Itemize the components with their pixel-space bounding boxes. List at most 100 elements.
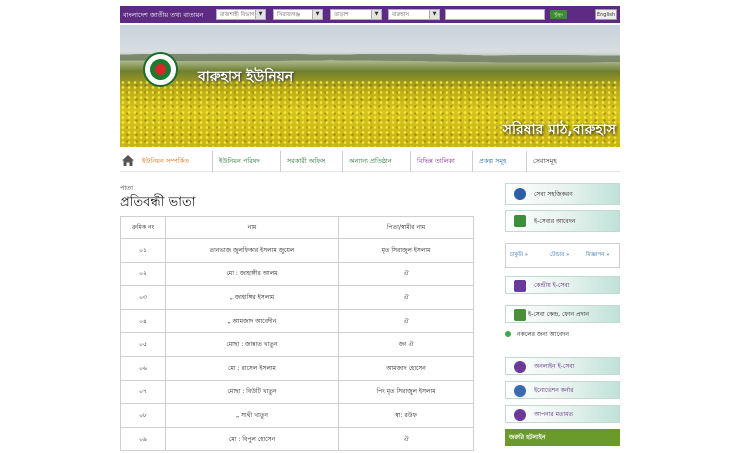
cell-name: „ জাহাঙ্গির ইসলাম [165, 285, 339, 310]
top-portal-bar: বাংলাদেশ জাতীয় তথ্য বাতায়ন রাজশাহী বিভ… [120, 6, 620, 23]
union-select[interactable]: বারুহাস ▼ [388, 9, 440, 20]
cell-serial: ০৭ [120, 379, 166, 405]
site-title[interactable]: বারুহাস ইউনিয়ন [198, 65, 293, 89]
main-navigation: ইউনিয়ন সম্পর্কিত ইউনিয়ন পরিষদ সরকারী অ… [120, 150, 620, 172]
tab-ads[interactable]: বিজ্ঞাপন » [586, 244, 610, 267]
table-row: ০৬ মো : রাসেল ইসলাম আমজাদ হোসেন [120, 355, 474, 381]
speech-bubble-icon [514, 409, 526, 421]
union-select-value: বারুহাস [392, 12, 409, 18]
column-header-name: নাম [165, 216, 339, 239]
table-row: ০৩ „ জাহাঙ্গির ইসলাম ঐ [120, 285, 474, 310]
cell-serial: ০৮ [120, 403, 166, 428]
cell-guardian: জং ঐ [338, 332, 474, 357]
seal-sun [155, 64, 166, 75]
cell-name: তানভাজ জুলফিকার ইসলাম জুয়েল [165, 238, 339, 263]
cell-guardian: স্বা: রউফ [338, 403, 474, 428]
home-icon[interactable] [121, 154, 135, 167]
tab-jobs-label: চাকুরি [510, 252, 524, 258]
allowance-table: ক্রমিক নং নাম পিতা/স্বামীর নাম ০১ তানভাজ … [120, 216, 474, 452]
cell-guardian: ঐ [338, 308, 474, 334]
cell-serial: ০৩ [120, 285, 166, 310]
cell-name: „ আমজাদ আবেদীন [165, 308, 339, 334]
table-row: ০৭ মোছা : বিউটি খাতুন পিং মৃত সিরাজুল ইসলা… [120, 379, 474, 405]
building-icon [514, 309, 526, 321]
cell-serial: ০১ [120, 238, 166, 263]
nav-item-other-institutions[interactable]: অন্যান্য প্রতিষ্ঠান [342, 151, 392, 172]
header-banner: বারুহাস ইউনিয়ন সরিষার মাঠ,বারুহাস [120, 25, 620, 147]
cell-name: মোছা : বিউটি খাতুন [165, 379, 339, 405]
table-row: ০২ মো : জাহাঙ্গীর আলম ঐ [120, 261, 474, 287]
cell-serial: ০৫ [120, 332, 166, 357]
table-row: ০৪ „ আমজাদ আবেদীন ঐ [120, 308, 474, 334]
upazila-select-value: তাড়াশ [334, 12, 349, 18]
district-select-value: সিরাজগঞ্জ [277, 12, 301, 18]
notice-tabs: চাকুরি » টেন্ডার » বিজ্ঞাপন » [505, 243, 620, 268]
check-icon [505, 331, 511, 337]
nav-item-govt-offices[interactable]: সরকারী অফিস [280, 151, 325, 172]
banner-caption: সরিষার মাঠ,বারুহাস [502, 122, 616, 138]
cell-guardian: আমজাদ হোসেন [338, 355, 474, 381]
division-select-value: রাজশাহী বিভাগ [220, 12, 255, 18]
nav-item-services[interactable]: সেবাসমূহ [526, 151, 557, 172]
search-button[interactable]: খুঁজুন [550, 10, 567, 19]
tab-ads-label: বিজ্ঞাপন [586, 252, 605, 258]
central-eservice-label: কেন্দ্রীয় ই-সেবা [534, 282, 570, 289]
your-opinion-label: আপনার মতামত [534, 411, 574, 418]
chevron-down-icon: ▼ [312, 10, 322, 19]
emergency-hotline-label: জরুরি হটলাইন [509, 434, 546, 441]
government-seal-logo[interactable] [143, 52, 178, 87]
nokol-apply-label: নকলের জন্য আবেদন [517, 331, 569, 338]
cell-guardian: পিং মৃত সিরাজুল ইসলাম [338, 379, 474, 405]
nav-item-various-lists[interactable]: বিভিন্ন তালিকা [410, 151, 455, 172]
cell-serial: ০২ [120, 261, 166, 287]
tab-tender-label: টেন্ডার [550, 252, 565, 258]
cell-name: „ সাথী খাতুন [165, 403, 339, 428]
online-eservice-box[interactable]: অনলাইন ই-সেবা [505, 357, 620, 375]
central-eservice-box[interactable]: কেন্দ্রীয় ই-সেবা [505, 276, 620, 294]
district-select[interactable]: সিরাজগঞ্জ ▼ [273, 9, 323, 20]
eservice-center-label: ই-সেবা কেন্দ্র, ফোন প্রদান [528, 311, 589, 318]
table-row: ০৫ মোছা : জান্নাত খাতুন জং ঐ [120, 332, 474, 357]
nokol-apply-link[interactable]: নকলের জন্য আবেদন [505, 329, 569, 340]
cell-guardian: ঐ [338, 261, 474, 287]
cell-name: মোছা : জান্নাত খাতুন [165, 332, 339, 357]
online-eservice-label: অনলাইন ই-সেবা [534, 363, 575, 370]
cell-name: মো : বিপুল হোসেন [165, 426, 339, 452]
chevron-down-icon: ▼ [429, 10, 439, 19]
eservice-apply-label: ই-সেবার আবেদন [534, 218, 576, 225]
nav-item-union-parishad[interactable]: ইউনিয়ন পরিষদ [212, 151, 260, 172]
innovation-corner-box[interactable]: ইনোভেশন কর্নার [505, 381, 620, 399]
chevron-down-icon: ▼ [255, 10, 265, 19]
cell-guardian: ঐ [338, 285, 474, 310]
table-row: ০৯ মো : বিপুল হোসেন ঐ [120, 426, 474, 452]
service-simplification-box[interactable]: সেবা সহজিকরণ [505, 183, 620, 205]
computer-icon [514, 215, 526, 227]
eservice-center-box[interactable]: ই-সেবা কেন্দ্র, ফোন প্রদান [505, 305, 620, 323]
portal-brand-link[interactable]: বাংলাদেশ জাতীয় তথ্য বাতায়ন [123, 10, 203, 21]
your-opinion-box[interactable]: আপনার মতামত [505, 405, 620, 423]
column-header-guardian: পিতা/স্বামীর নাম [338, 216, 474, 239]
language-button[interactable]: English [595, 9, 617, 20]
eservice-icon [514, 361, 526, 373]
tab-tender[interactable]: টেন্ডার » [550, 244, 569, 267]
cell-name: মো : রাসেল ইসলাম [165, 355, 339, 381]
hand-icon [514, 280, 526, 292]
tab-jobs[interactable]: চাকুরি » [510, 244, 528, 267]
innovation-corner-label: ইনোভেশন কর্নার [534, 387, 574, 394]
emergency-hotline-header: জরুরি হটলাইন [505, 429, 620, 446]
upazila-select[interactable]: তাড়াশ ▼ [330, 9, 382, 20]
lightbulb-icon [514, 385, 526, 397]
column-header-serial: ক্রমিক নং [120, 216, 166, 239]
page-title: প্রতিবন্ধী ভাতা [120, 195, 196, 210]
eservice-apply-box[interactable]: ই-সেবার আবেদন [505, 210, 620, 232]
nav-item-projects[interactable]: প্রকল্প সমূহ [472, 151, 506, 172]
division-select[interactable]: রাজশাহী বিভাগ ▼ [216, 9, 266, 20]
search-button-label: খুঁজুন [554, 12, 563, 17]
cell-guardian: মৃত সিরাজুল ইসলাম [338, 238, 474, 263]
cell-name: মো : জাহাঙ্গীর আলম [165, 261, 339, 287]
cell-serial: ০৬ [120, 355, 166, 381]
cell-serial: ০৯ [120, 426, 166, 452]
nav-item-union-related[interactable]: ইউনিয়ন সম্পর্কিত [142, 151, 189, 172]
search-input[interactable] [445, 9, 545, 20]
chevron-down-icon: ▼ [371, 10, 381, 19]
